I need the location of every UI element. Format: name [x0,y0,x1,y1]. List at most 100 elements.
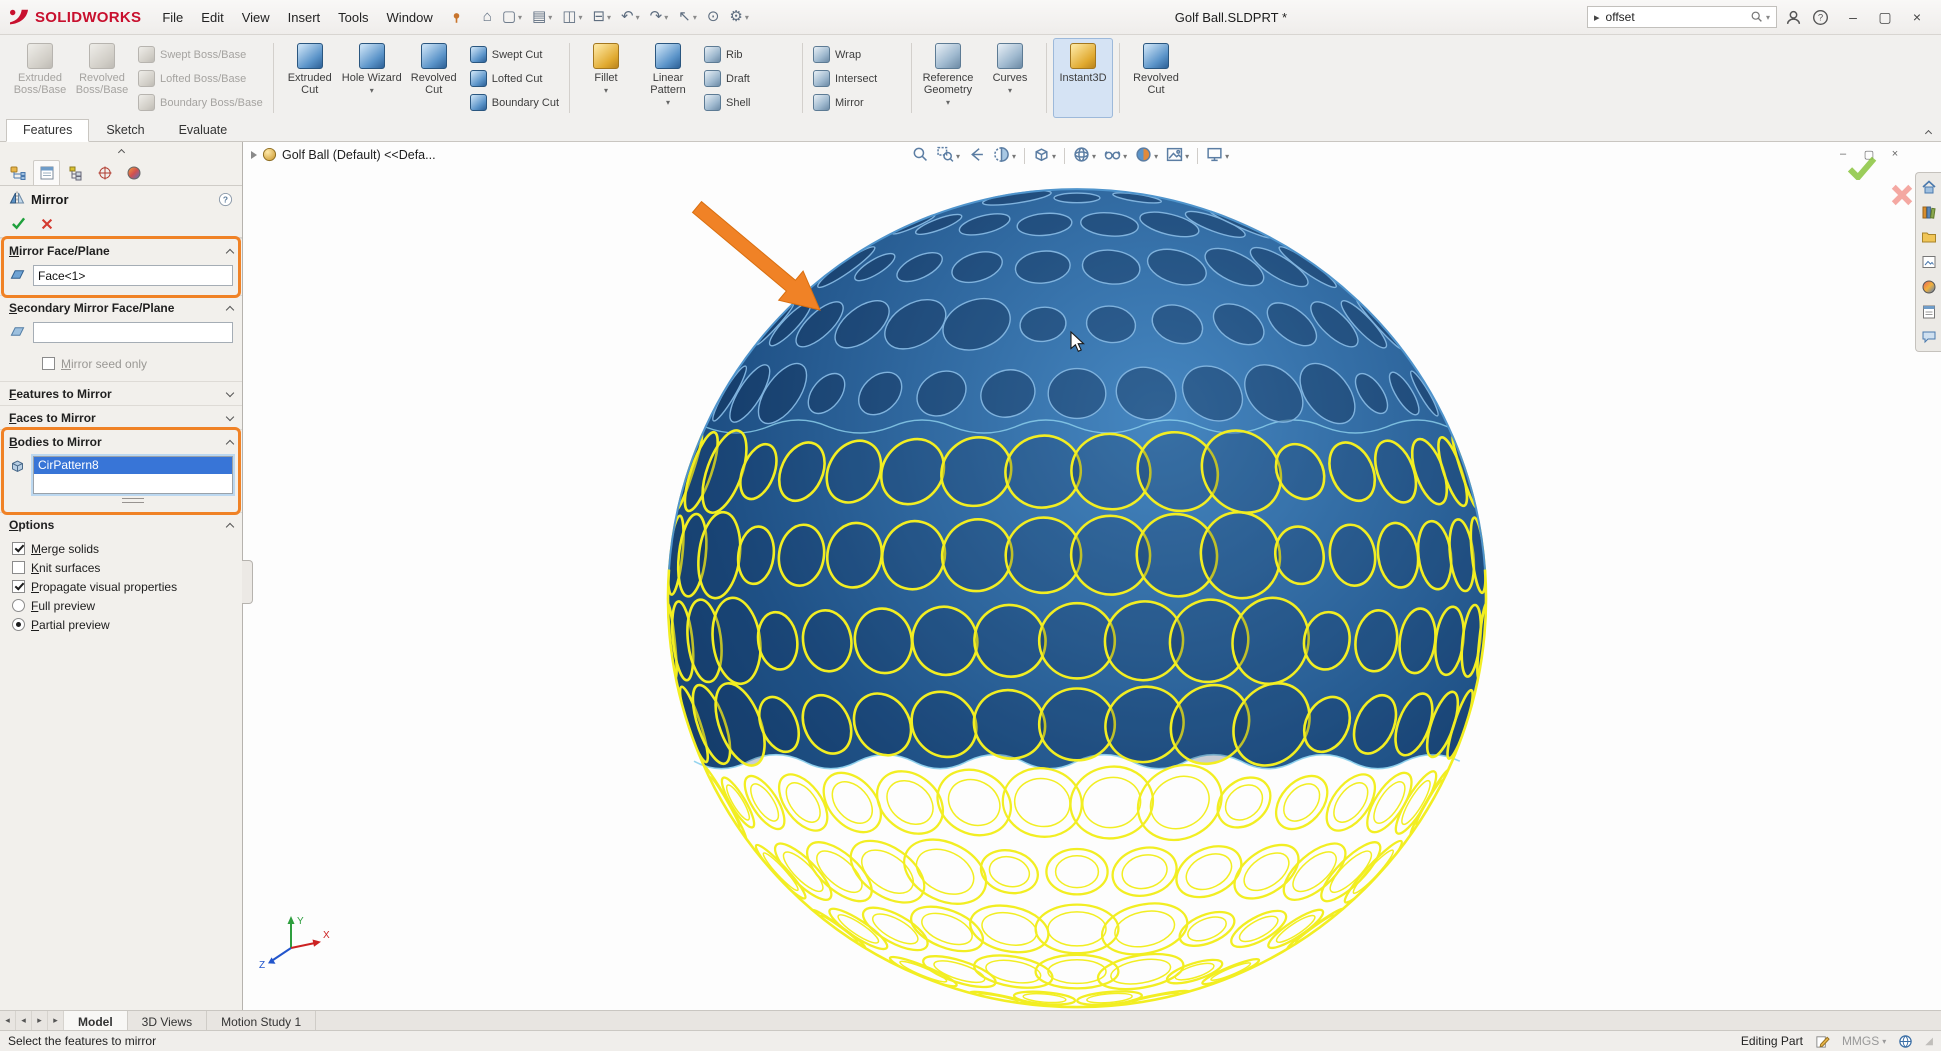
viewport-close-button[interactable]: × [1885,146,1905,162]
panel-flyout-handle[interactable] [242,560,253,604]
ribbon-button-fillet[interactable]: Fillet▾ [576,38,636,118]
view-palette-button[interactable] [1919,252,1939,272]
radio-button-icon[interactable] [12,618,25,631]
property-manager-tab[interactable] [33,160,60,185]
tab-sketch[interactable]: Sketch [89,119,161,142]
ribbon-button-curves[interactable]: Curves▾ [980,38,1040,118]
ribbon-button-extruded-cut[interactable]: Extruded Cut [280,38,340,118]
checkbox-icon[interactable] [12,542,25,555]
ribbon-button-swept-cut[interactable]: Swept Cut [466,43,563,66]
cancel-button[interactable] [40,217,54,234]
maximize-button[interactable]: ▢ [1869,5,1901,29]
ribbon-button-reference-geometry[interactable]: Reference Geometry▾ [918,38,978,118]
checkbox-knit-surfaces[interactable]: Knit surfaces [0,558,242,577]
help-button[interactable]: ? [1810,7,1831,28]
home-button[interactable]: ⌂ [479,7,496,27]
display-style-button[interactable]: ▾ [1070,144,1099,168]
section-view-button[interactable]: ▾ [990,144,1019,168]
checkbox-merge-solids[interactable]: Merge solids [0,539,242,558]
section-header-secondary-mirror-face-plane[interactable]: Secondary Mirror Face/Plane [0,296,242,319]
ribbon-button-linear-pattern[interactable]: Linear Pattern▾ [638,38,698,118]
units-selector[interactable]: MMGS▾ [1842,1034,1886,1048]
radio-full-preview[interactable]: Full preview [0,596,242,615]
undo-button[interactable]: ↶▾ [617,7,644,27]
redo-button[interactable]: ↷▾ [646,7,673,27]
section-header-faces-to-mirror[interactable]: Faces to Mirror [0,406,242,429]
solidworks-resources-button[interactable] [1919,177,1939,197]
ribbon-button-shell[interactable]: Shell [700,91,796,114]
tab-scroll-last-button[interactable]: ▸ [48,1011,64,1030]
dropdown-arrow-icon[interactable]: ▾ [946,99,950,107]
dropdown-arrow-icon[interactable]: ▾ [1882,1037,1886,1046]
previous-view-button[interactable] [965,144,988,168]
ribbon-button-rib[interactable]: Rib [700,43,796,66]
pm-help-button[interactable]: ? [218,192,233,207]
print-button[interactable]: ⊟▾ [588,7,615,27]
dropdown-arrow-icon[interactable]: ▾ [1052,152,1056,161]
ribbon-button-instant3d[interactable]: Instant3D [1053,38,1113,118]
ok-button[interactable] [11,216,26,234]
tab-scroll-right-button[interactable]: ▸ [32,1011,48,1030]
tab-features[interactable]: Features [6,119,89,142]
dropdown-arrow-icon[interactable]: ▾ [578,13,582,22]
display-manager-tab[interactable] [120,160,147,185]
dropdown-arrow-icon[interactable]: ▾ [636,13,640,22]
view-settings-button[interactable]: ▾ [1203,144,1232,168]
dropdown-arrow-icon[interactable]: ▾ [666,99,670,107]
confirm-cancel-button[interactable] [1891,184,1913,209]
graphics-area[interactable]: Golf Ball (Default) <<Defa... ▾▾▾▾▾▾▾▾ –… [243,142,1941,1010]
new-file-button[interactable]: ▢▾ [498,7,526,27]
secondary-mirror-face-input[interactable] [33,322,233,343]
checkbox-icon[interactable] [12,561,25,574]
menu-view[interactable]: View [233,6,279,29]
dropdown-arrow-icon[interactable]: ▾ [607,13,611,22]
radio-partial-preview[interactable]: Partial preview [0,615,242,634]
dimxpert-manager-tab[interactable] [91,160,118,185]
view-orientation-button[interactable]: ▾ [1030,144,1059,168]
hide-show-items-button[interactable]: ▾ [1101,144,1130,168]
tab-3d-views[interactable]: 3D Views [128,1011,207,1030]
tab-model[interactable]: Model [64,1011,128,1030]
confirm-ok-button[interactable] [1847,156,1877,183]
dropdown-arrow-icon[interactable]: ▾ [745,13,749,22]
ribbon-button-revolved-cut[interactable]: Revolved Cut [404,38,464,118]
menu-insert[interactable]: Insert [279,6,330,29]
dropdown-arrow-icon[interactable]: ▾ [548,13,552,22]
menu-edit[interactable]: Edit [192,6,232,29]
section-header-options[interactable]: Options [0,513,242,536]
search-scope-icon[interactable]: ▸ [1594,11,1600,24]
ribbon-button-draft[interactable]: Draft [700,67,796,90]
dropdown-arrow-icon[interactable]: ▾ [604,87,608,95]
search-input[interactable]: offset [1606,10,1744,24]
dropdown-arrow-icon[interactable]: ▾ [1123,152,1127,161]
listbox-resize-handle[interactable] [122,498,144,503]
dropdown-arrow-icon[interactable]: ▾ [693,13,697,22]
dropdown-arrow-icon[interactable]: ▾ [1225,152,1229,161]
zoom-to-fit-button[interactable] [909,144,932,168]
options-gear-button[interactable]: ⚙▾ [725,7,752,27]
zoom-to-area-button[interactable]: ▾ [934,144,963,168]
radio-button-icon[interactable] [12,599,25,612]
list-item-cirpattern8[interactable]: CirPattern8 [34,457,232,474]
tab-evaluate[interactable]: Evaluate [162,119,245,142]
ribbon-button-intersect[interactable]: Intersect [809,67,905,90]
menu-file[interactable]: File [153,6,192,29]
dropdown-arrow-icon[interactable]: ▾ [1092,152,1096,161]
select-button[interactable]: ↖▾ [674,7,701,27]
checkbox-propagate-visual-properties[interactable]: Propagate visual properties [0,577,242,596]
section-header-bodies-to-mirror[interactable]: Bodies to Mirror [0,430,242,453]
file-explorer-button[interactable] [1919,227,1939,247]
account-button[interactable] [1783,7,1804,28]
mirror-face-input[interactable] [33,265,233,286]
dropdown-arrow-icon[interactable]: ▾ [1012,152,1016,161]
ribbon-button-boundary-cut[interactable]: Boundary Cut [466,91,563,114]
ribbon-button-revolved-cut[interactable]: Revolved Cut [1126,38,1186,118]
ribbon-button-wrap[interactable]: Wrap [809,43,905,66]
search-icon[interactable]: ▾ [1750,10,1770,24]
menu-tools[interactable]: Tools [329,6,377,29]
dropdown-arrow-icon[interactable]: ▾ [1008,87,1012,95]
appearances-scenes-button[interactable] [1919,277,1939,297]
ribbon-button-hole-wizard[interactable]: Hole Wizard▾ [342,38,402,118]
tab-scroll-first-button[interactable]: ◂ [0,1011,16,1030]
rebuild-button[interactable]: ⊙ [703,7,724,27]
